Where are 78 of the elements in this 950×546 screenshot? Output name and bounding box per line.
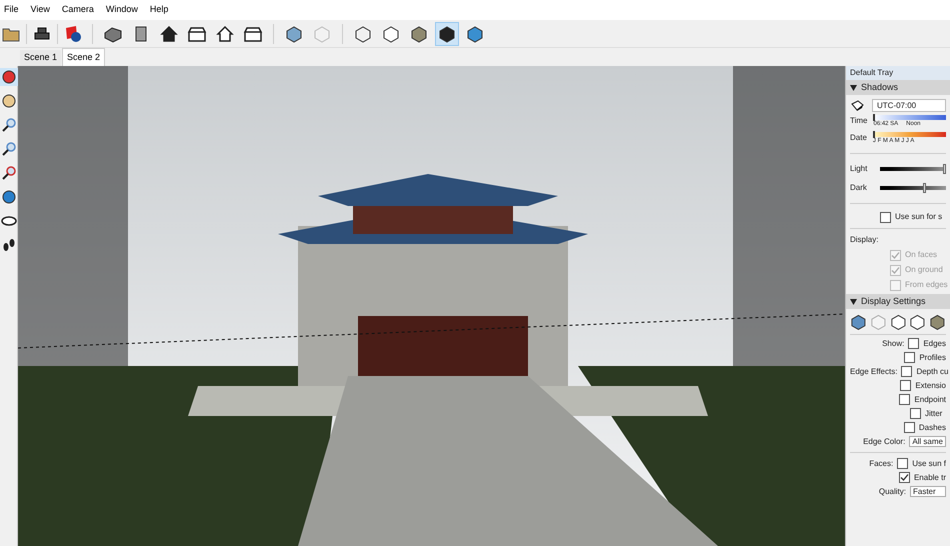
timezone-field[interactable]: UTC-07:00 bbox=[872, 99, 946, 112]
time-label: Time bbox=[850, 115, 868, 127]
option-label: From edges bbox=[905, 279, 948, 291]
cube-icon bbox=[410, 24, 428, 42]
cube-icon bbox=[870, 313, 887, 331]
menu-item[interactable]: File bbox=[4, 3, 19, 17]
section-header[interactable]: Display Settings bbox=[846, 294, 950, 309]
scene-tab[interactable]: Scene 2 bbox=[62, 48, 106, 66]
option-label: On ground bbox=[905, 264, 943, 276]
dropdown-field[interactable]: All same bbox=[909, 436, 946, 447]
option-label: Enable tr bbox=[914, 472, 946, 484]
setting-label: Show: bbox=[881, 338, 904, 350]
cube-icon bbox=[929, 313, 946, 331]
option-label: Edges bbox=[923, 338, 946, 350]
option-label: Depth cu bbox=[916, 366, 948, 378]
checkbox[interactable] bbox=[910, 408, 921, 419]
printer-icon bbox=[33, 26, 51, 42]
cube-icon bbox=[382, 24, 400, 42]
triangle-icon bbox=[850, 298, 857, 304]
slider-thumb[interactable] bbox=[873, 114, 876, 121]
checkbox[interactable] bbox=[880, 212, 891, 222]
tray-title: Default Tray bbox=[846, 66, 950, 80]
magnifier-icon bbox=[0, 165, 16, 181]
style-button[interactable] bbox=[435, 22, 459, 46]
menu-item[interactable]: View bbox=[30, 3, 50, 17]
cube-icon bbox=[466, 24, 484, 42]
checkbox[interactable] bbox=[900, 380, 912, 391]
folder-icon bbox=[2, 26, 20, 42]
camera-tool-button[interactable] bbox=[0, 164, 18, 182]
camera-tool-button[interactable] bbox=[0, 140, 18, 158]
cube-icon bbox=[285, 24, 303, 42]
light-label: Light bbox=[850, 163, 868, 175]
date-label: Date bbox=[850, 132, 867, 144]
option-label: Dashes bbox=[918, 422, 946, 434]
menu-item[interactable]: Help bbox=[150, 3, 168, 17]
magnifier-icon bbox=[0, 141, 16, 157]
slider-thumb[interactable] bbox=[943, 164, 946, 174]
setting-label: Quality: bbox=[878, 486, 906, 498]
option-label: Endpoint bbox=[914, 394, 946, 406]
dropdown-field[interactable]: Faster bbox=[910, 486, 946, 497]
magnifier-icon bbox=[0, 117, 16, 133]
cube-icon bbox=[909, 313, 926, 331]
checkbox[interactable] bbox=[904, 352, 916, 363]
option-label: Jitter bbox=[925, 408, 942, 420]
option-label: On faces bbox=[905, 249, 938, 261]
setting-label: Edge Color: bbox=[862, 436, 906, 448]
option-label: Profiles bbox=[919, 352, 946, 364]
menu-item[interactable]: Window bbox=[106, 3, 138, 17]
setting-label: Faces: bbox=[868, 458, 894, 470]
option-label: Use sun f bbox=[912, 458, 946, 470]
section-header[interactable]: Shadows bbox=[846, 80, 950, 95]
footprints-icon bbox=[0, 237, 16, 253]
camera-tool-button[interactable] bbox=[0, 116, 18, 134]
scene-tab[interactable]: Scene 1 bbox=[20, 50, 62, 66]
sun-shadow-icon bbox=[850, 100, 864, 112]
slider-thumb[interactable] bbox=[923, 183, 926, 193]
checkbox[interactable] bbox=[899, 394, 910, 405]
use-sun-label: Use sun for s bbox=[895, 211, 942, 223]
menu-item[interactable]: Camera bbox=[62, 3, 94, 17]
cube-icon bbox=[850, 313, 867, 331]
slider-thumb[interactable] bbox=[872, 131, 875, 138]
checkbox[interactable] bbox=[908, 338, 920, 349]
cube-icon bbox=[890, 313, 906, 331]
display-label: Display: bbox=[850, 234, 880, 246]
checkbox[interactable] bbox=[897, 458, 908, 469]
date-slider[interactable] bbox=[872, 132, 946, 137]
checkbox[interactable] bbox=[898, 472, 910, 483]
cube-icon bbox=[313, 24, 331, 42]
setting-label: Edge Effects: bbox=[850, 366, 898, 378]
option-label: Extensio bbox=[915, 380, 946, 392]
time-slider[interactable] bbox=[873, 115, 946, 120]
triangle-icon bbox=[850, 84, 857, 90]
dark-label: Dark bbox=[850, 182, 868, 194]
checkmark-icon bbox=[900, 473, 909, 482]
cube-icon bbox=[438, 24, 456, 42]
cube-icon bbox=[354, 24, 372, 42]
checkbox[interactable] bbox=[901, 366, 912, 377]
checkbox[interactable] bbox=[904, 422, 915, 433]
